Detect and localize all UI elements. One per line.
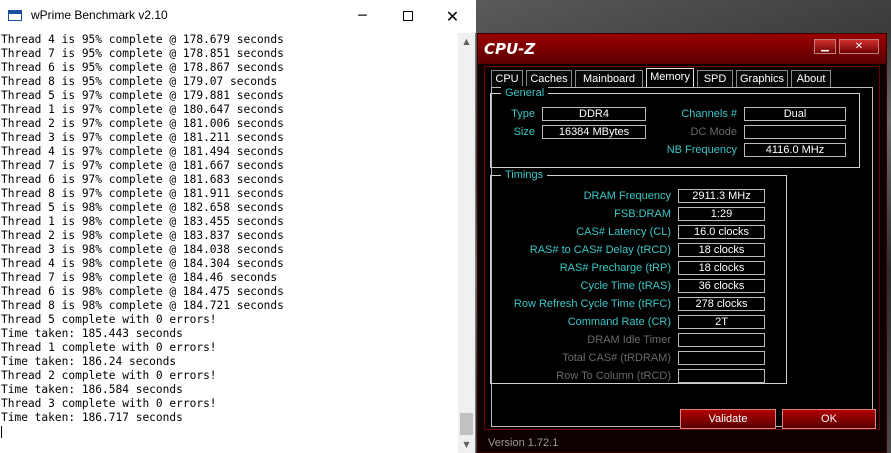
size-label: Size: [513, 126, 535, 138]
console-line: Thread 3 is 98% complete @ 184.038 secon…: [1, 243, 284, 256]
console-line: Thread 6 is 97% complete @ 181.683 secon…: [1, 173, 284, 186]
tab-about[interactable]: About: [791, 70, 831, 87]
console-line: Thread 2 is 97% complete @ 181.006 secon…: [1, 117, 284, 130]
console-line: Thread 5 is 98% complete @ 182.658 secon…: [1, 201, 284, 214]
cpuz-close-button[interactable]: ✕: [839, 39, 879, 54]
console-line: Thread 5 is 97% complete @ 179.881 secon…: [1, 89, 284, 102]
dc-mode-value: [744, 125, 846, 139]
close-icon: ✕: [854, 41, 864, 52]
console-line: Thread 5 complete with 0 errors!: [1, 313, 217, 326]
tab-graphics[interactable]: Graphics: [736, 70, 788, 87]
version-label: Version 1.72.1: [488, 437, 559, 449]
timing-label: CAS# Latency (CL): [576, 226, 671, 238]
console-line: Thread 7 is 95% complete @ 178.851 secon…: [1, 47, 284, 60]
close-icon: ✕: [445, 6, 460, 26]
console-line: Thread 8 is 95% complete @ 179.07 second…: [1, 75, 278, 88]
minimize-button[interactable]: ─: [340, 0, 385, 32]
timing-value: [678, 333, 765, 347]
type-value: DDR4: [542, 107, 646, 121]
console-lines: Thread 4 is 95% complete @ 178.679 secon…: [0, 33, 458, 425]
console-line: Thread 8 is 97% complete @ 181.911 secon…: [1, 187, 284, 200]
timing-value: 16.0 clocks: [678, 225, 765, 239]
timing-label: RAS# to CAS# Delay (tRCD): [529, 244, 671, 256]
cpuz-logo: CPU-Z: [484, 40, 536, 58]
console-line: Thread 3 complete with 0 errors!: [1, 397, 217, 410]
tab-caches[interactable]: Caches: [526, 70, 572, 87]
console-line: Thread 8 is 98% complete @ 184.721 secon…: [1, 299, 284, 312]
timing-value: 2T: [678, 315, 765, 329]
timing-value: 18 clocks: [678, 243, 765, 257]
timing-label: Row To Column (tRCD): [556, 370, 671, 382]
console-line: Thread 6 is 95% complete @ 178.867 secon…: [1, 61, 284, 74]
console-line: Thread 1 complete with 0 errors!: [1, 341, 217, 354]
timing-label: Command Rate (CR): [567, 316, 671, 328]
console-line: Thread 6 is 98% complete @ 184.475 secon…: [1, 285, 284, 298]
console-line: Thread 7 is 98% complete @ 184.46 second…: [1, 271, 278, 284]
cpuz-minimize-button[interactable]: ▁: [814, 39, 836, 54]
timings-group: Timings DRAM Frequency 2911.3 MHz FSB:DRAM…: [490, 168, 787, 384]
maximize-icon: [402, 11, 413, 21]
minimize-icon: ─: [358, 8, 367, 24]
cpuz-window: CPU-Z ▁ ✕ CPU Caches Mainboard Memory SP…: [477, 33, 887, 453]
close-button[interactable]: ✕: [430, 0, 475, 32]
dc-mode-label: DC Mode: [690, 126, 737, 138]
console-line: Thread 2 is 98% complete @ 183.837 secon…: [1, 229, 284, 242]
general-legend: General: [501, 86, 549, 100]
size-value: 16384 MBytes: [542, 125, 646, 139]
tab-mainboard[interactable]: Mainboard: [575, 70, 643, 87]
timings-legend: Timings: [501, 168, 548, 182]
console-line: Thread 4 is 95% complete @ 178.679 secon…: [1, 33, 284, 46]
console-output[interactable]: Thread 4 is 95% complete @ 178.679 secon…: [0, 33, 458, 453]
channels-value: Dual: [744, 107, 846, 121]
vertical-scrollbar[interactable]: ▲ ▼: [458, 33, 475, 453]
timing-label: DRAM Idle Timer: [587, 334, 671, 346]
console-line: Thread 7 is 97% complete @ 181.667 secon…: [1, 159, 284, 172]
channels-label: Channels #: [681, 108, 737, 120]
console-line: Time taken: 186.24 seconds: [1, 355, 177, 368]
text-cursor: [1, 426, 2, 438]
ok-button[interactable]: OK: [782, 409, 876, 429]
tab-memory[interactable]: Memory: [646, 68, 694, 88]
console-line: Thread 3 is 97% complete @ 181.211 secon…: [1, 131, 284, 144]
timing-value: 1:29: [678, 207, 765, 221]
timing-label: Total CAS# (tRDRAM): [562, 352, 671, 364]
nb-frequency-value: 4116.0 MHz: [744, 143, 846, 157]
maximize-button[interactable]: [385, 0, 430, 32]
wprime-window: wPrime Benchmark v2.10 ─ ✕ Thread 4 is 9…: [0, 0, 476, 453]
timing-label: FSB:DRAM: [614, 208, 671, 220]
general-group: General Type DDR4 Size 16384 MBytes Chan…: [490, 86, 860, 168]
app-window-icon: [8, 10, 22, 21]
timing-value: 18 clocks: [678, 261, 765, 275]
console-line: Time taken: 185.443 seconds: [1, 327, 183, 340]
timing-label: Cycle Time (tRAS): [580, 280, 671, 292]
console-line: Time taken: 186.717 seconds: [1, 411, 183, 424]
scroll-down-arrow-icon[interactable]: ▼: [458, 436, 475, 453]
timing-value: 2911.3 MHz: [678, 189, 765, 203]
timing-label: Row Refresh Cycle Time (tRFC): [513, 298, 671, 310]
console-line: Thread 1 is 98% complete @ 183.455 secon…: [1, 215, 284, 228]
console-line: Thread 1 is 97% complete @ 180.647 secon…: [1, 103, 284, 116]
console-line: Thread 2 complete with 0 errors!: [1, 369, 217, 382]
timing-label: DRAM Frequency: [583, 190, 671, 202]
console-line: Time taken: 186.584 seconds: [1, 383, 183, 396]
timing-label: RAS# Precharge (tRP): [559, 262, 671, 274]
scrollbar-thumb[interactable]: [460, 413, 473, 435]
timing-value: 36 clocks: [678, 279, 765, 293]
cpuz-titlebar[interactable]: CPU-Z ▁ ✕: [478, 34, 886, 64]
minimize-icon: ▁: [821, 41, 829, 52]
validate-button[interactable]: Validate: [680, 409, 776, 429]
nb-frequency-label: NB Frequency: [666, 144, 737, 156]
wprime-titlebar[interactable]: wPrime Benchmark v2.10 ─ ✕: [0, 0, 476, 33]
tab-cpu[interactable]: CPU: [491, 70, 523, 87]
timing-value: 278 clocks: [678, 297, 765, 311]
timing-value: [678, 351, 765, 365]
console-line: Thread 4 is 97% complete @ 181.494 secon…: [1, 145, 284, 158]
tab-spd[interactable]: SPD: [697, 70, 733, 87]
console-line: Thread 4 is 98% complete @ 184.304 secon…: [1, 257, 284, 270]
type-label: Type: [511, 108, 535, 120]
scroll-up-arrow-icon[interactable]: ▲: [458, 33, 475, 50]
timing-value: [678, 369, 765, 383]
window-title: wPrime Benchmark v2.10: [31, 8, 168, 22]
